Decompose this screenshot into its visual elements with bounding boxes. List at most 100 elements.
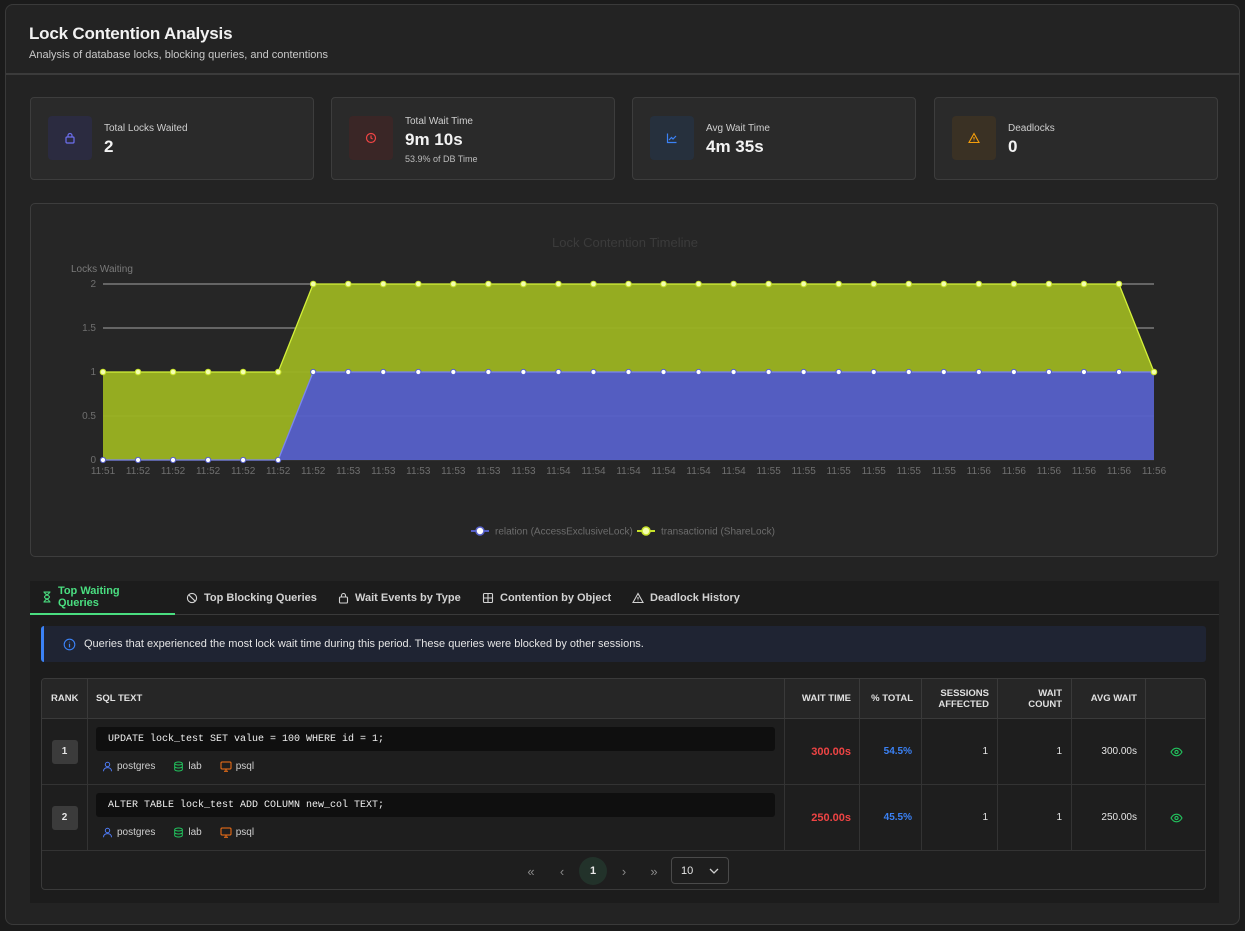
meta-db-text: lab bbox=[188, 827, 202, 838]
chart-x-tick-label: 11:53 bbox=[336, 466, 361, 477]
chart-x-tick-label: 11:54 bbox=[616, 466, 641, 477]
chart-point-relation bbox=[765, 368, 772, 376]
queries-table: RANK SQL TEXT WAIT TIME % TOTAL SESSIONS… bbox=[41, 678, 1206, 890]
chart-point-transactionid bbox=[239, 368, 247, 376]
chart-y-tick-label: 1 bbox=[90, 367, 96, 378]
chart-point-transactionid bbox=[905, 280, 913, 288]
info-icon bbox=[63, 638, 76, 650]
chart-x-tick-label: 11:52 bbox=[301, 466, 326, 477]
meta-app-text: psql bbox=[235, 761, 255, 772]
table-cell-rank: 1 bbox=[42, 719, 88, 785]
col-header-sessions-affected[interactable]: SESSIONS AFFECTED bbox=[922, 679, 998, 719]
page-size-value: 10 bbox=[681, 864, 694, 877]
last-page-button[interactable]: » bbox=[640, 857, 668, 885]
chart-point-relation bbox=[905, 368, 912, 376]
chevron-down-icon bbox=[709, 868, 719, 874]
chart-point-transactionid bbox=[169, 368, 177, 376]
stat-value: 0 bbox=[1008, 137, 1018, 156]
chart-x-tick-label: 11:55 bbox=[932, 466, 957, 477]
prev-page-button[interactable]: ‹ bbox=[548, 857, 576, 885]
tab-label: Top Waiting Queries bbox=[57, 585, 120, 609]
stat-card-deadlocks: Deadlocks 0 bbox=[934, 97, 1218, 180]
tab-label: Deadlock History bbox=[650, 592, 740, 604]
chart-point-relation bbox=[730, 368, 737, 376]
hourglass-icon bbox=[43, 591, 51, 603]
chart-x-tick-label: 11:54 bbox=[686, 466, 711, 477]
chart-point-transactionid bbox=[940, 280, 948, 288]
tab-wait-events-by-type[interactable]: Wait Events by Type bbox=[338, 581, 461, 615]
tab-bar: Top Waiting Queries Top Blocking Queries… bbox=[30, 581, 1219, 615]
chart-x-tick-label: 11:53 bbox=[371, 466, 396, 477]
table-cell-actions bbox=[1146, 719, 1205, 785]
chart-point-transactionid bbox=[99, 368, 107, 376]
stat-card-avg-wait-time: Avg Wait Time 4m 35s bbox=[632, 97, 916, 180]
stat-subtext: 53.9% of DB Time bbox=[405, 154, 478, 164]
chart-x-tick-label: 11:55 bbox=[792, 466, 817, 477]
chart-x-tick-label: 11:54 bbox=[651, 466, 676, 477]
chart-point-transactionid bbox=[625, 280, 632, 288]
page-size-select[interactable]: 10 bbox=[671, 857, 729, 884]
col-header-pct-total[interactable]: % TOTAL bbox=[860, 679, 922, 719]
chart-point-transactionid bbox=[695, 280, 702, 288]
sql-text[interactable]: ALTER TABLE lock_test ADD COLUMN new_col… bbox=[96, 793, 775, 817]
chart-point-relation bbox=[134, 456, 142, 464]
chart-point-transactionid bbox=[835, 280, 843, 288]
meta-user-text: postgres bbox=[117, 827, 156, 838]
chart-point-transactionid bbox=[485, 280, 492, 288]
query-meta: postgres lab psql bbox=[102, 827, 272, 838]
chart-y-tick-label: 1.5 bbox=[82, 323, 96, 334]
rank-badge: 2 bbox=[51, 805, 78, 830]
chart-point-relation bbox=[380, 368, 387, 376]
chart-x-tick-label: 11:56 bbox=[1002, 466, 1027, 477]
col-header-wait-time[interactable]: WAIT TIME bbox=[785, 679, 860, 719]
chart-point-relation bbox=[275, 456, 282, 464]
col-header-wait-count[interactable]: WAIT COUNT bbox=[998, 679, 1072, 719]
tab-deadlock-history[interactable]: Deadlock History bbox=[632, 581, 740, 615]
chart-x-tick-label: 11:56 bbox=[967, 466, 992, 477]
table-cell-wait-time: 300.00s bbox=[785, 719, 860, 785]
chart-point-relation bbox=[625, 368, 632, 376]
chart-point-transactionid bbox=[204, 368, 212, 376]
meta-db-text: lab bbox=[188, 761, 202, 772]
user-icon bbox=[103, 761, 112, 772]
meta-app: psql bbox=[220, 827, 254, 838]
table-cell-wait-time: 250.00s bbox=[785, 785, 860, 851]
first-page-button[interactable]: « bbox=[517, 857, 545, 885]
col-header-sql-text[interactable]: SQL TEXT bbox=[88, 679, 785, 719]
chart-x-tick-label: 11:55 bbox=[897, 466, 922, 477]
chart-point-relation bbox=[660, 368, 667, 376]
tab-label: Wait Events by Type bbox=[355, 592, 461, 604]
tab-top-waiting-queries[interactable]: Top Waiting Queries bbox=[30, 581, 175, 615]
chart-point-relation bbox=[485, 368, 492, 376]
sql-text[interactable]: UPDATE lock_test SET value = 100 WHERE i… bbox=[96, 727, 775, 751]
chart-x-tick-label: 11:54 bbox=[581, 466, 606, 477]
chart-point-transactionid bbox=[1115, 280, 1123, 288]
col-header-line: COUNT bbox=[1028, 698, 1062, 710]
chart-x-tick-label: 11:56 bbox=[1037, 466, 1062, 477]
view-eye-icon[interactable] bbox=[1170, 747, 1183, 757]
database-icon bbox=[174, 827, 184, 838]
chart-point-relation bbox=[975, 368, 982, 376]
info-text: Queries that experienced the most lock w… bbox=[84, 638, 644, 650]
view-eye-icon[interactable] bbox=[1170, 813, 1183, 823]
chart-point-transactionid bbox=[975, 280, 983, 288]
chart-point-relation bbox=[800, 368, 807, 376]
next-page-button[interactable]: › bbox=[610, 857, 638, 885]
chart-line-icon bbox=[650, 116, 694, 160]
stat-label: Deadlocks bbox=[1008, 123, 1055, 134]
col-header-avg-wait[interactable]: AVG WAIT bbox=[1072, 679, 1146, 719]
tab-contention-by-object[interactable]: Contention by Object bbox=[482, 581, 611, 615]
chart-point-relation bbox=[835, 368, 842, 376]
chart-y-axis-label: Locks Waiting bbox=[71, 264, 133, 275]
tab-top-blocking-queries[interactable]: Top Blocking Queries bbox=[186, 581, 317, 615]
warning-icon bbox=[952, 116, 996, 160]
pagination: « ‹ 1 › » 10 bbox=[42, 851, 1205, 889]
table-cell-sessions: 1 bbox=[922, 719, 998, 785]
col-header-rank[interactable]: RANK bbox=[42, 679, 88, 719]
chart-legend-label: transactionid (ShareLock) bbox=[661, 527, 775, 538]
current-page-button[interactable]: 1 bbox=[579, 857, 607, 885]
table-cell-actions bbox=[1146, 785, 1205, 851]
database-icon bbox=[174, 761, 184, 772]
chart-x-tick-label: 11:55 bbox=[827, 466, 852, 477]
table-cell-count: 1 bbox=[998, 719, 1072, 785]
